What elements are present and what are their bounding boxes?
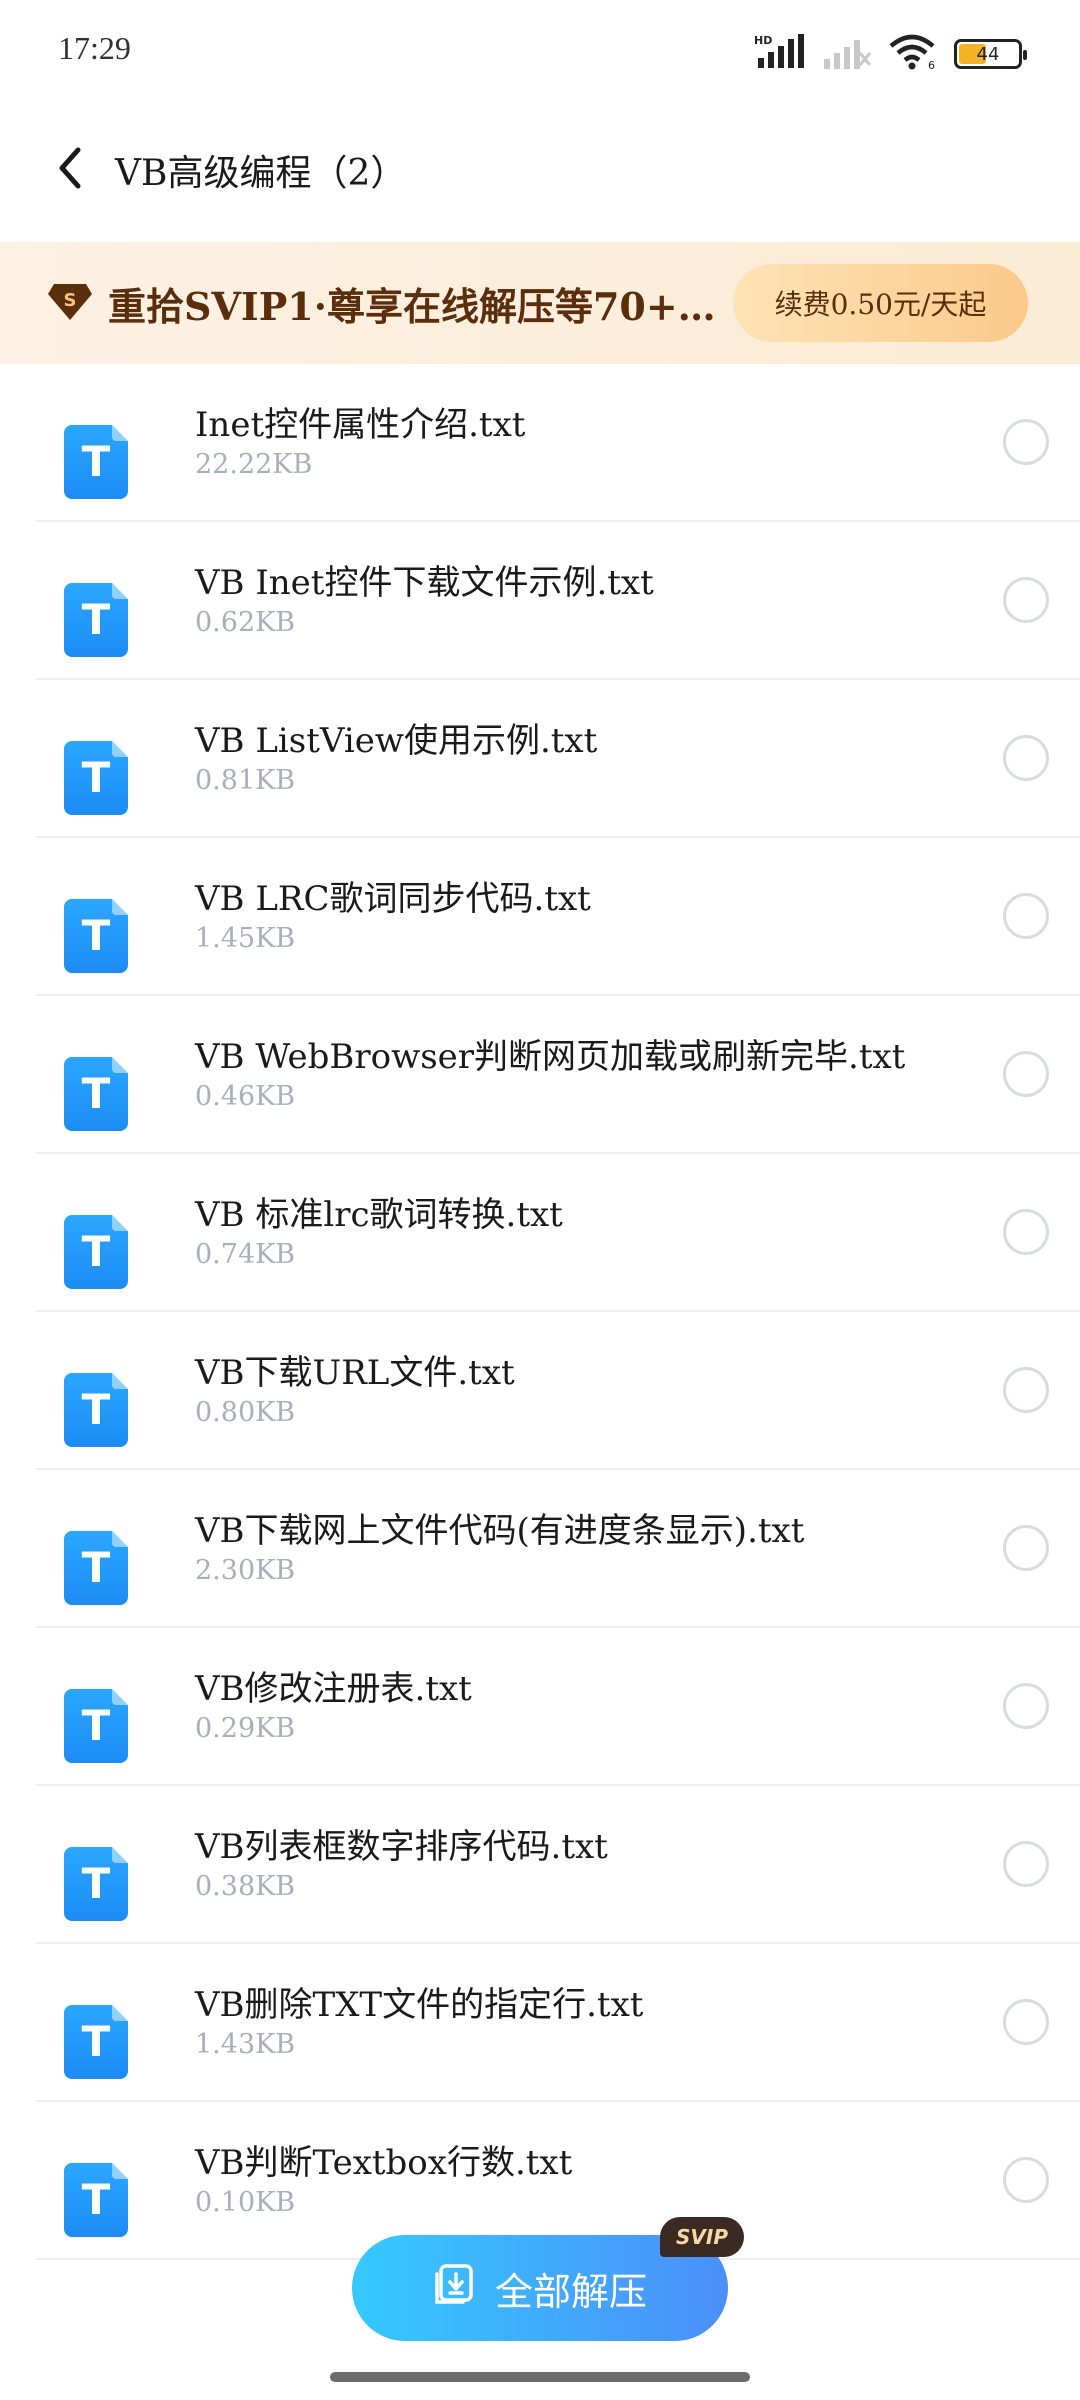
file-row[interactable]: T VB Inet控件下载文件示例.txt 0.62KB [0, 522, 1080, 680]
select-checkbox[interactable] [1003, 893, 1049, 939]
select-checkbox[interactable] [1003, 1051, 1049, 1097]
select-checkbox[interactable] [1003, 1525, 1049, 1571]
file-name: VB删除TXT文件的指定行.txt [195, 1985, 644, 2025]
file-row[interactable]: T VB ListView使用示例.txt 0.81KB [0, 680, 1080, 838]
file-name: VB判断Textbox行数.txt [195, 2143, 573, 2183]
file-row[interactable]: T VB下载URL文件.txt 0.80KB [0, 1312, 1080, 1470]
extract-icon [433, 2262, 477, 2315]
cellular-signal-off-icon [822, 35, 872, 73]
status-time: 17:29 [58, 30, 131, 66]
file-size: 0.29KB [195, 1713, 296, 1744]
text-file-icon: T [64, 1215, 128, 1289]
file-size: 0.81KB [195, 765, 296, 796]
renew-button[interactable]: 续费0.50元/天起 [733, 264, 1028, 342]
select-checkbox[interactable] [1003, 735, 1049, 781]
home-indicator[interactable] [330, 2372, 750, 2382]
file-row[interactable]: T VB WebBrowser判断网页加载或刷新完毕.txt 0.46KB [0, 996, 1080, 1154]
file-size: 0.38KB [195, 1871, 296, 1902]
text-file-icon: T [64, 741, 128, 815]
text-file-icon: T [64, 583, 128, 657]
text-file-icon: T [64, 1531, 128, 1605]
wifi-icon: 6 [888, 34, 938, 74]
file-size: 2.30KB [195, 1555, 296, 1586]
file-size: 0.46KB [195, 1081, 296, 1112]
file-size: 1.43KB [195, 2029, 296, 2060]
status-bar: 17:29 HD 6 44 [0, 0, 1080, 100]
text-file-icon: T [64, 2163, 128, 2237]
file-size: 0.10KB [195, 2187, 296, 2218]
battery-icon: 44 [954, 39, 1027, 69]
file-size: 1.45KB [195, 923, 296, 954]
nav-header: VB高级编程（2） [0, 100, 1080, 240]
text-file-icon: T [64, 1689, 128, 1763]
select-checkbox[interactable] [1003, 1999, 1049, 2045]
file-list: T Inet控件属性介绍.txt 22.22KB T VB Inet控件下载文件示例.t… [0, 364, 1080, 2260]
promo-text: 重拾SVIP1·尊享在线解压等70+… [108, 284, 716, 329]
file-name: VB Inet控件下载文件示例.txt [195, 563, 654, 603]
back-button[interactable] [40, 130, 100, 210]
text-file-icon: T [64, 1373, 128, 1447]
select-checkbox[interactable] [1003, 1367, 1049, 1413]
file-name: VB列表框数字排序代码.txt [195, 1827, 608, 1867]
file-name: VB下载URL文件.txt [195, 1353, 515, 1393]
battery-level: 44 [976, 43, 1000, 65]
file-name: VB下载网上文件代码(有进度条显示).txt [195, 1511, 805, 1551]
select-checkbox[interactable] [1003, 577, 1049, 623]
text-file-icon: T [64, 1847, 128, 1921]
file-row[interactable]: T VB下载网上文件代码(有进度条显示).txt 2.30KB [0, 1470, 1080, 1628]
file-size: 0.62KB [195, 607, 296, 638]
file-row[interactable]: T VB删除TXT文件的指定行.txt 1.43KB [0, 1944, 1080, 2102]
file-name: VB LRC歌词同步代码.txt [195, 879, 591, 919]
file-row[interactable]: T VB LRC歌词同步代码.txt 1.45KB [0, 838, 1080, 996]
extract-all-label: 全部解压 [494, 2269, 647, 2314]
file-row[interactable]: T VB列表框数字排序代码.txt 0.38KB [0, 1786, 1080, 1944]
status-icons: HD 6 44 [754, 34, 1027, 74]
text-file-icon: T [64, 899, 128, 973]
file-size: 0.80KB [195, 1397, 296, 1428]
select-checkbox[interactable] [1003, 1683, 1049, 1729]
text-file-icon: T [64, 425, 128, 499]
chevron-left-icon [56, 146, 84, 194]
file-size: 22.22KB [195, 449, 313, 480]
text-file-icon: T [64, 1057, 128, 1131]
file-row[interactable]: T VB修改注册表.txt 0.29KB [0, 1628, 1080, 1786]
select-checkbox[interactable] [1003, 1209, 1049, 1255]
file-name: VB ListView使用示例.txt [195, 721, 598, 761]
file-size: 0.74KB [195, 1239, 296, 1270]
page-title: VB高级编程（2） [115, 153, 407, 194]
file-name: VB WebBrowser判断网页加载或刷新完毕.txt [195, 1037, 906, 1077]
svg-text:HD: HD [754, 34, 772, 47]
file-name: VB修改注册表.txt [195, 1669, 472, 1709]
svg-text:S: S [64, 290, 77, 311]
cellular-signal-icon: HD [754, 34, 806, 74]
file-row[interactable]: T Inet控件属性介绍.txt 22.22KB [0, 364, 1080, 522]
svip-badge: SVIP [660, 2217, 744, 2257]
file-row[interactable]: T VB 标准lrc歌词转换.txt 0.74KB [0, 1154, 1080, 1312]
svip-diamond-icon: S [48, 280, 92, 326]
file-name: Inet控件属性介绍.txt [195, 405, 526, 445]
text-file-icon: T [64, 2005, 128, 2079]
select-checkbox[interactable] [1003, 419, 1049, 465]
file-name: VB 标准lrc歌词转换.txt [195, 1195, 563, 1235]
select-checkbox[interactable] [1003, 2157, 1049, 2203]
select-checkbox[interactable] [1003, 1841, 1049, 1887]
svg-text:6: 6 [928, 59, 935, 70]
svip-promo-banner[interactable]: S 重拾SVIP1·尊享在线解压等70+… 续费0.50元/天起 [0, 242, 1080, 364]
